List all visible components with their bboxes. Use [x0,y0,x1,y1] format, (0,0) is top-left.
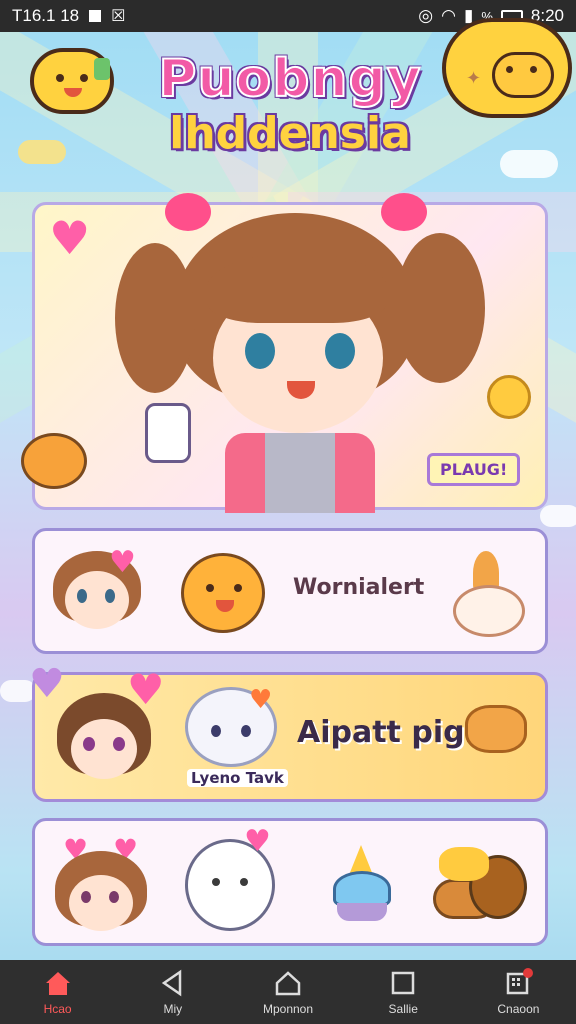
nav-label: Mponnon [262,1002,314,1016]
app-title: Puobngy lhddensia [140,49,440,160]
white-cat-sticker-icon: ♥ [185,824,275,931]
heart-icon: ♥ [49,211,91,265]
log-sticker-icon [429,841,533,927]
cloud-decoration [18,140,66,164]
character-girl-illustration [115,193,485,513]
nav-item-square[interactable]: Sallie [346,960,461,1024]
speech-bubble-mascot-right-icon: ✦ [442,18,572,118]
square-icon [391,971,415,995]
notification-icon [89,10,102,22]
speech-bubble-mascot-left-icon [30,48,114,114]
sticker-row-1[interactable]: ♥ Wornialert [32,528,548,654]
back-triangle-icon [161,969,182,997]
cloud-decoration [500,150,558,178]
row1-label: Wornialert [293,575,425,600]
girl-bow-sticker-icon: ♥ ♥ [51,833,151,941]
close-box-icon: ☒ [111,8,126,25]
nav-label: Cnaoon [497,1002,540,1016]
cupcake-sticker-icon [327,845,397,925]
heart-icon: ♥ [127,665,165,714]
grid-notification-icon [507,968,534,995]
girl-sticker-icon: ♥ [49,545,145,645]
sticker-row-2[interactable]: ♥ ♥ ♥ Lyeno Tavk Aipatt pigl [29,661,548,802]
wifi-icon: ◠ [441,6,456,25]
nav-item-home-outline[interactable]: Mponnon [230,960,345,1024]
status-time-left: T16.1 18 [12,6,80,25]
cloud-decoration [540,505,576,527]
cat-icecream-sticker-icon [449,551,529,637]
sticker-row-3[interactable]: ♥ ♥ ♥ [32,818,548,946]
bear-mascot-icon [21,433,87,489]
home-icon [45,972,70,995]
star-cookie-icon [487,375,531,419]
nav-item-back[interactable]: Miy [115,960,230,1024]
row2-sublabel: Lyeno Tavk [187,769,288,787]
nav-label: Hcao [43,1002,72,1016]
bottom-navigation: Hcao Miy Mponnon Sallie Cnaoon [0,960,576,1024]
nav-label: Sallie [388,1002,418,1016]
row2-label: Aipatt pigl [297,715,475,750]
bear-sticker-icon [181,553,265,633]
house-outline-icon [275,971,301,996]
cookie-sticker-icon [465,705,527,753]
nav-item-grid[interactable]: Cnaoon [461,960,576,1024]
nav-label: Miy [163,1002,183,1016]
nav-item-home[interactable]: Hcao [0,960,115,1024]
app-title-line2: lhddensia [169,108,411,159]
vibrate-icon: ◎ [418,6,434,25]
hero-badge: PLAUG! [427,453,521,486]
app-title-line1: Puobngy [157,49,422,109]
hero-card[interactable]: ♥ PLAUG! [21,193,548,513]
